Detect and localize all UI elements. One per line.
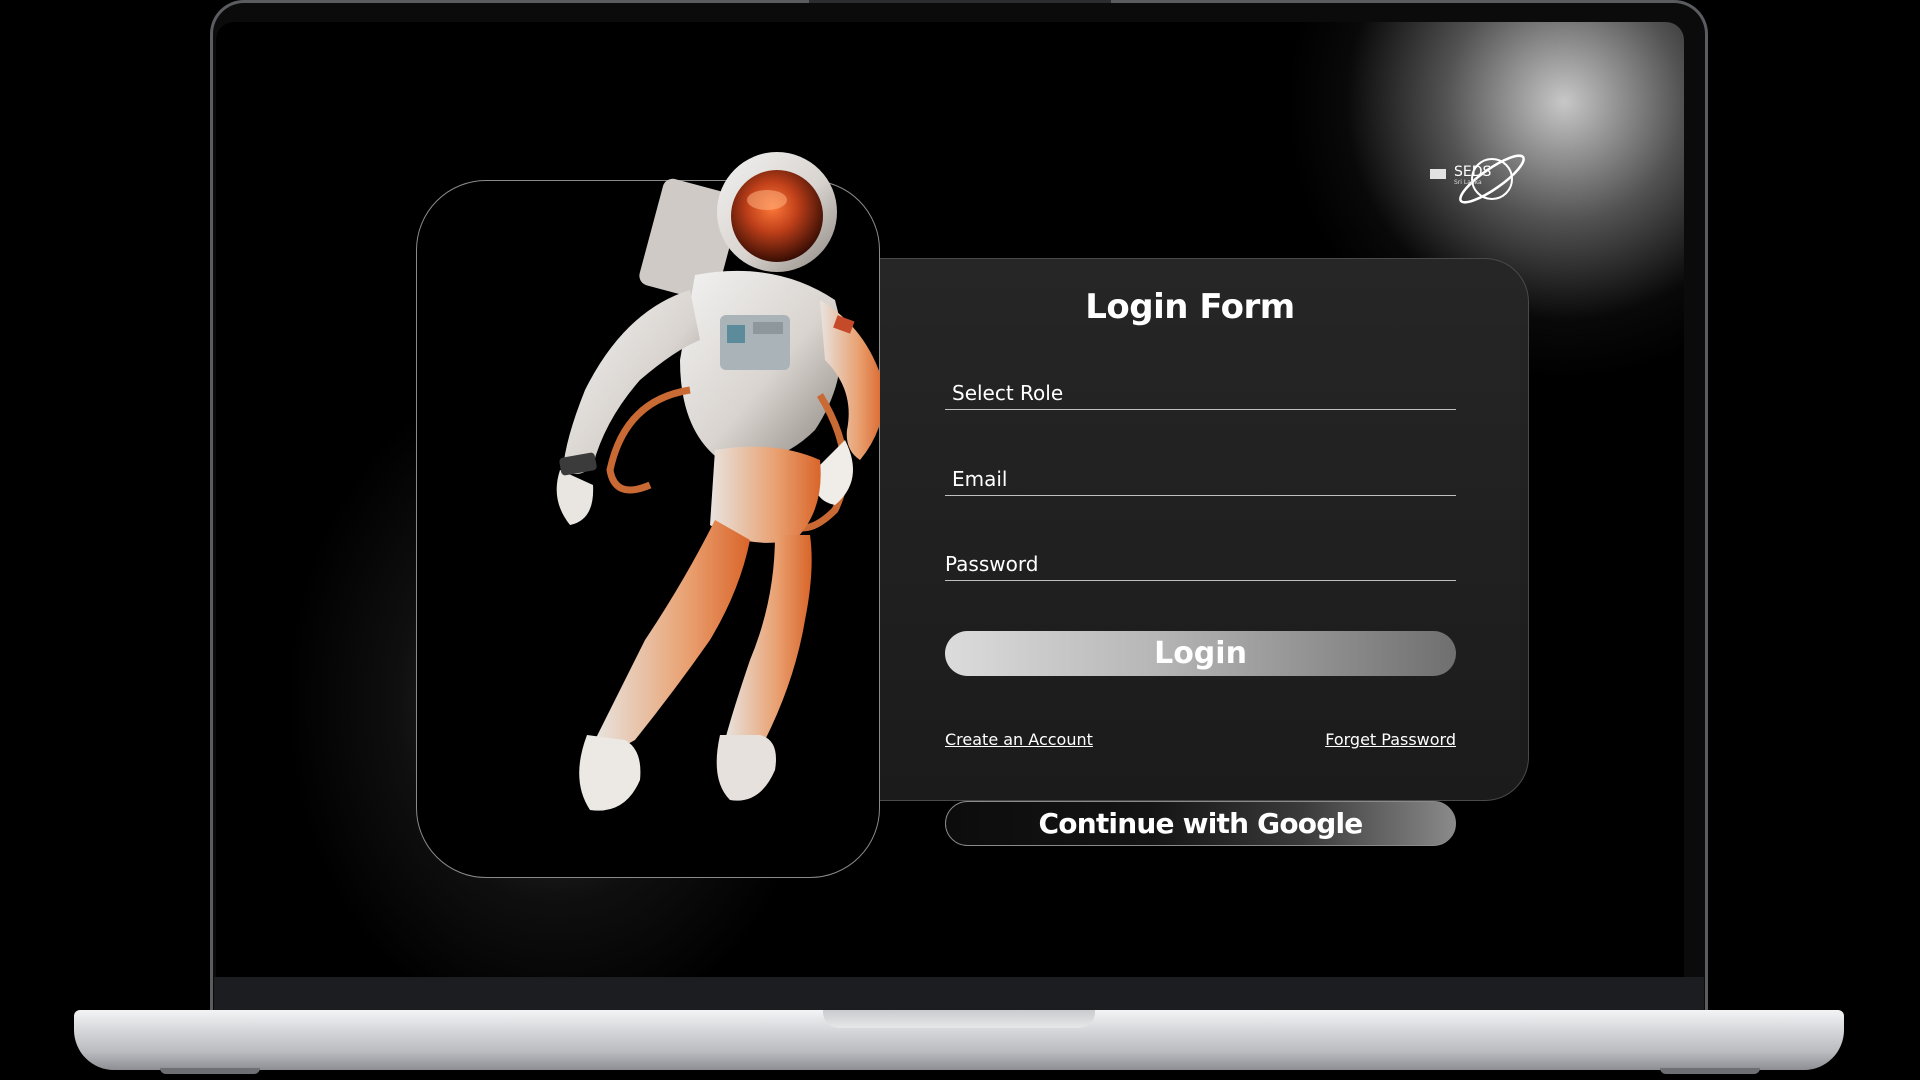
logo-name: SEDS: [1454, 164, 1492, 180]
form-title: Login Form: [1085, 287, 1295, 327]
continue-with-google-button[interactable]: Continue with Google: [945, 801, 1456, 846]
create-account-link[interactable]: Create an Account: [945, 730, 1093, 749]
login-button[interactable]: Login: [945, 631, 1456, 676]
bottom-bezel: [214, 977, 1704, 1012]
astronaut-illustration: [556, 152, 885, 811]
select-role-field[interactable]: Select Role: [945, 370, 1456, 410]
forget-password-link[interactable]: Forget Password: [1316, 730, 1456, 749]
password-field[interactable]: Password: [945, 541, 1456, 581]
email-label: Email: [952, 467, 1008, 491]
laptop-foot: [1660, 1068, 1760, 1074]
base-notch: [823, 1010, 1095, 1028]
login-form-panel: [880, 258, 1529, 801]
laptop-foot: [160, 1068, 260, 1074]
select-role-label: Select Role: [952, 381, 1064, 405]
email-field[interactable]: Email: [945, 456, 1456, 496]
laptop-mockup: Login Form Select Role Email Password Lo…: [0, 0, 1920, 1080]
logo-sub: Sri Lanka: [1454, 179, 1482, 186]
password-label: Password: [945, 552, 1039, 576]
lid-top-notch: [809, 0, 1111, 3]
